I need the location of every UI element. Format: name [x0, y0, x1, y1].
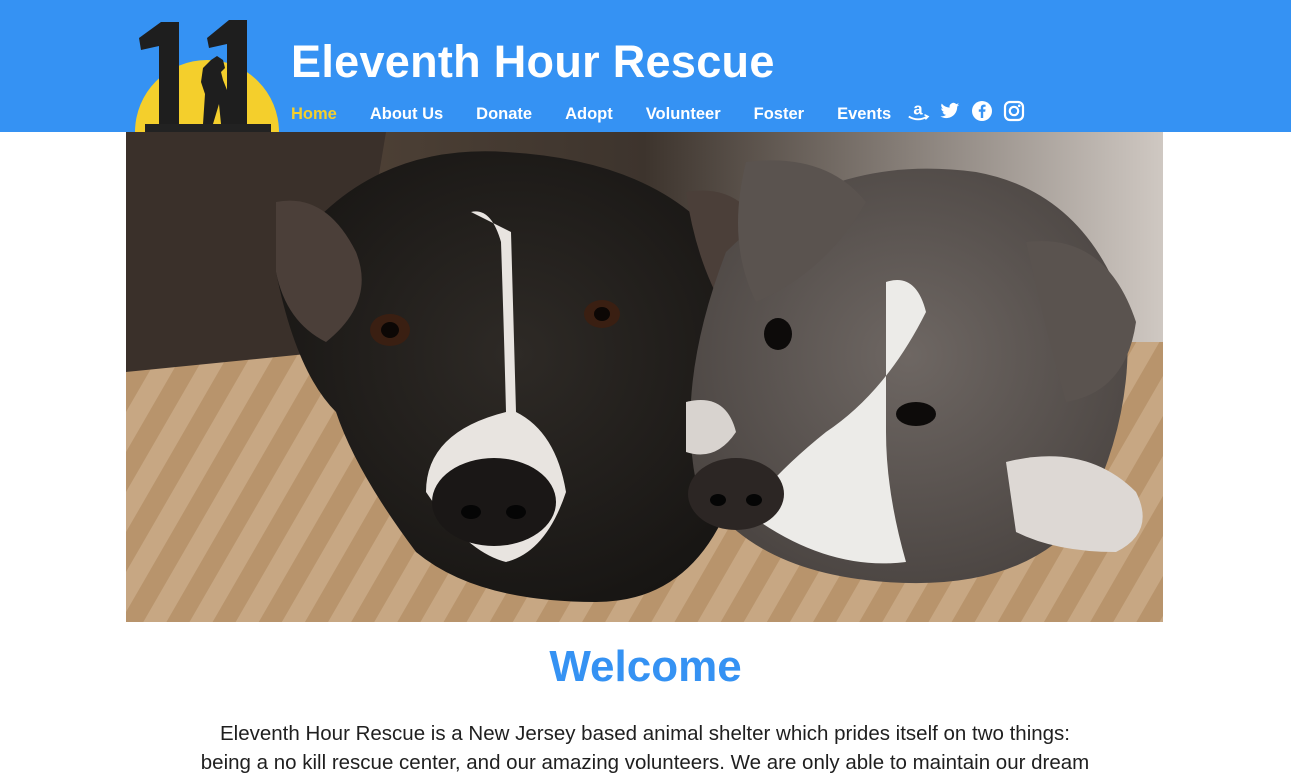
hero-image: [126, 132, 1163, 622]
nav-about-us[interactable]: About Us: [370, 105, 443, 124]
nav-events[interactable]: Events: [837, 105, 891, 124]
welcome-text: Eleventh Hour Rescue is a New Jersey bas…: [200, 722, 1090, 774]
site-header: Eleventh Hour Rescue Home About Us Donat…: [0, 0, 1291, 132]
amazon-icon[interactable]: a: [906, 99, 930, 123]
social-links: a: [906, 98, 1026, 124]
instagram-icon[interactable]: [1002, 99, 1026, 123]
welcome-heading: Welcome: [549, 642, 742, 691]
nav-volunteer[interactable]: Volunteer: [646, 105, 721, 124]
nav-adopt[interactable]: Adopt: [565, 105, 613, 124]
nav-donate[interactable]: Donate: [476, 105, 532, 124]
logo-graphic: [135, 20, 279, 132]
nav-home[interactable]: Home: [291, 105, 337, 124]
svg-text:a: a: [913, 100, 923, 119]
twitter-icon[interactable]: [938, 99, 962, 123]
dogs-photo: [126, 132, 1163, 622]
facebook-icon[interactable]: [970, 99, 994, 123]
nav-foster[interactable]: Foster: [754, 105, 804, 124]
main-nav: Home About Us Donate Adopt Volunteer Fos…: [291, 102, 924, 126]
site-title[interactable]: Eleventh Hour Rescue: [291, 36, 775, 88]
site-logo[interactable]: [131, 16, 283, 132]
